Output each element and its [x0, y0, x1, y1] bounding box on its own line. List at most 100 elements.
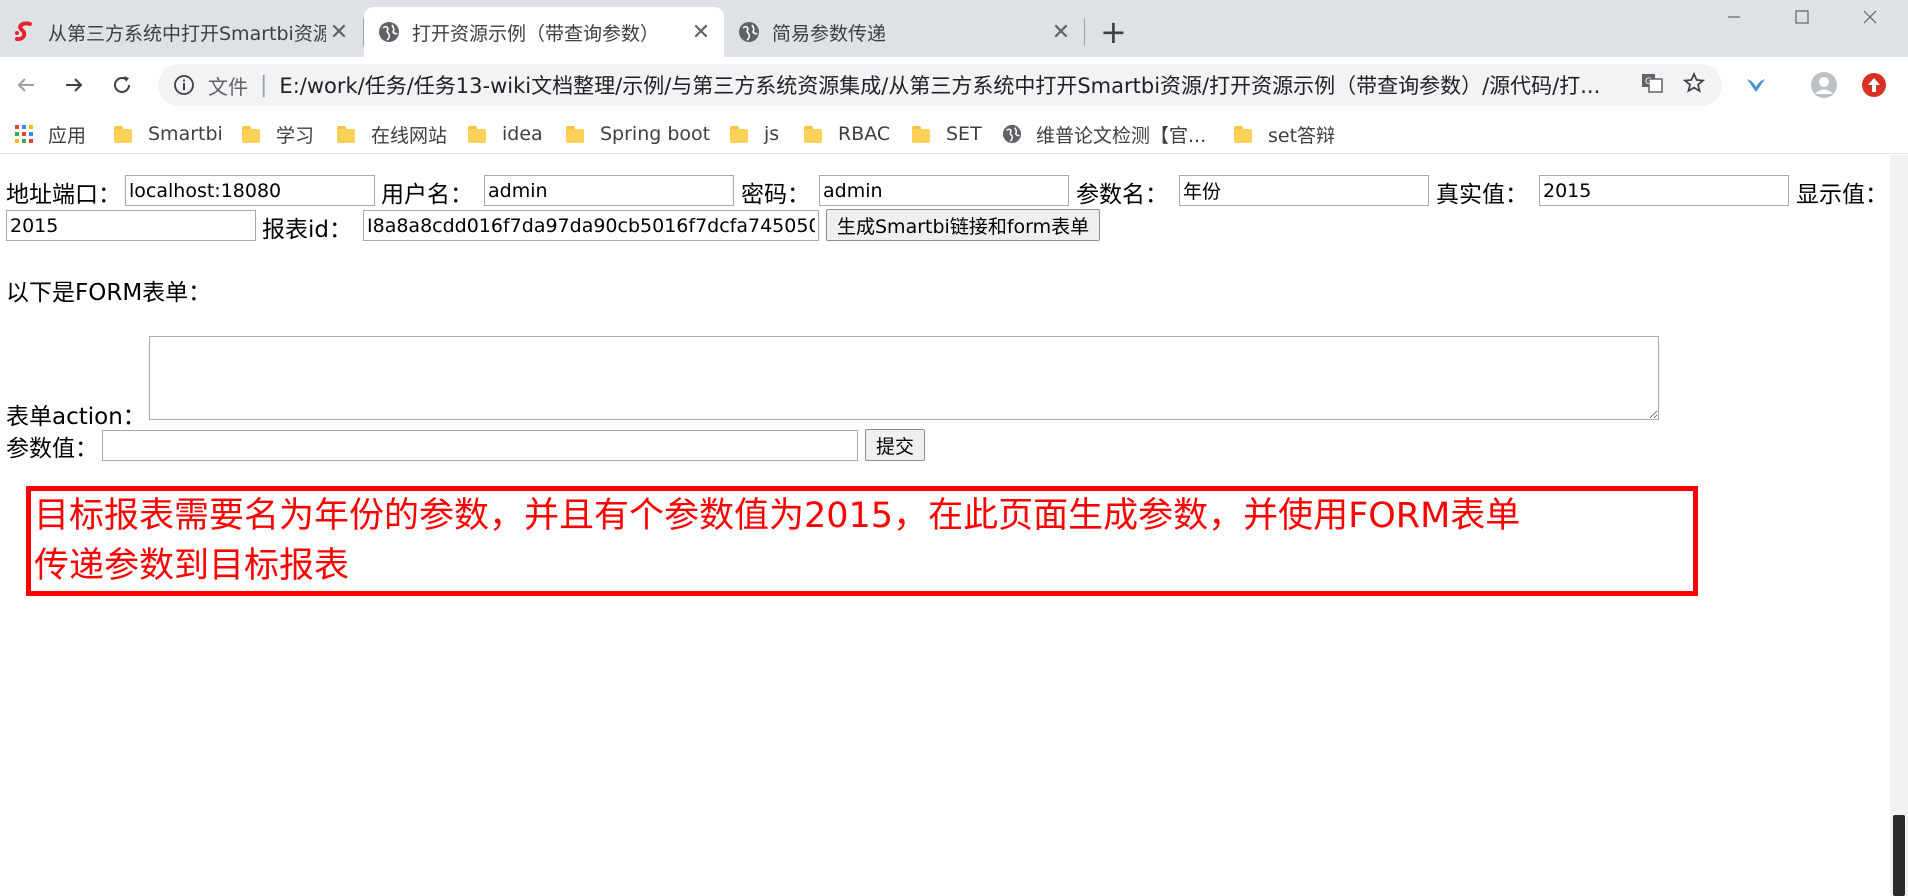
globe-icon [738, 21, 760, 43]
profile-button[interactable] [1806, 67, 1842, 103]
folder-icon [566, 124, 586, 144]
bookmark-label: 学习 [276, 124, 315, 147]
url-text[interactable]: E:/work/任务/任务13-wiki文档整理/示例/与第三方系统资源集成/从… [279, 70, 1628, 100]
browser-toolbar: 文件 | E:/work/任务/任务13-wiki文档整理/示例/与第三方系统资… [0, 57, 1908, 113]
bookmark-label: js [764, 123, 780, 145]
bird-extension-icon [1747, 79, 1765, 92]
bookmark-star-icon[interactable] [1682, 71, 1706, 99]
bookmark-label: 应用 [48, 124, 87, 147]
bookmark-set[interactable]: SET [912, 121, 982, 147]
bookmarks-bar: 应用 Smartbi 学习 在线网站 idea Spring boot js R… [0, 113, 1908, 154]
param-value-input[interactable] [102, 430, 858, 461]
avatar-icon [1811, 72, 1837, 98]
back-button[interactable] [8, 67, 44, 103]
close-window-button[interactable] [1840, 0, 1900, 34]
password-input[interactable] [819, 175, 1069, 206]
reload-button[interactable] [104, 67, 140, 103]
folder-icon [912, 124, 932, 144]
bookmark-label: 在线网站 [371, 124, 448, 147]
smartbi-logo-icon [14, 21, 36, 43]
username-label: 用户名： [381, 182, 473, 208]
arrow-right-icon [66, 78, 83, 92]
report-id-label: 报表id： [262, 217, 352, 243]
globe-icon [1002, 124, 1022, 144]
address-bar[interactable]: 文件 | E:/work/任务/任务13-wiki文档整理/示例/与第三方系统资… [158, 64, 1722, 106]
apps-grid-icon [14, 124, 34, 144]
folder-icon [337, 124, 357, 144]
minimize-button[interactable] [1704, 0, 1764, 34]
address-port-label: 地址端口： [6, 182, 121, 208]
folder-icon [730, 124, 750, 144]
bookmark-label: Smartbi [148, 123, 223, 145]
annotation-line-2: 传递参数到目标报表 [34, 546, 350, 586]
annotation-box: 目标报表需要名为年份的参数，并且有个参数值为2015，在此页面生成参数，并使用F… [26, 486, 1698, 596]
tab-smartbi[interactable]: 从第三方系统中打开Smartbi资源 ✕ [0, 7, 362, 57]
report-id-input[interactable] [363, 210, 819, 241]
param-name-label: 参数名： [1076, 182, 1168, 208]
reload-icon [114, 76, 130, 93]
folder-icon [468, 124, 488, 144]
annotation-line-1: 目标报表需要名为年份的参数，并且有个参数值为2015，在此页面生成参数，并使用F… [34, 496, 1521, 536]
bookmark-label: Spring boot [600, 123, 711, 145]
bookmark-online-sites[interactable]: 在线网站 [337, 121, 447, 147]
bookmark-rbac[interactable]: RBAC [804, 121, 890, 147]
info-icon[interactable] [172, 73, 196, 97]
tab-title: 从第三方系统中打开Smartbi资源 [48, 22, 326, 45]
update-button[interactable] [1856, 67, 1892, 103]
maximize-button[interactable] [1772, 0, 1832, 34]
bookmark-js[interactable]: js [730, 121, 779, 147]
new-tab-button[interactable]: + [1100, 12, 1127, 52]
password-label: 密码： [741, 182, 810, 208]
bookmark-apps[interactable]: 应用 [14, 121, 86, 147]
bookmark-label: idea [502, 123, 543, 145]
bookmark-label: RBAC [838, 123, 891, 145]
scrollbar-thumb[interactable] [1893, 815, 1905, 896]
bookmark-set-defense[interactable]: set答辩 [1234, 121, 1335, 147]
bookmark-label: 维普论文检测【官... [1036, 124, 1207, 147]
folder-icon [804, 124, 824, 144]
bookmark-vip-paper-check[interactable]: 维普论文检测【官... [1002, 121, 1206, 147]
form-action-label: 表单action： [6, 404, 146, 430]
translate-icon[interactable]: G [1640, 71, 1664, 99]
bookmark-spring-boot[interactable]: Spring boot [566, 121, 710, 147]
display-value-label: 显示值： [1796, 182, 1888, 208]
folder-icon [114, 124, 134, 144]
update-arrow-icon [1862, 73, 1886, 97]
generate-link-button[interactable]: 生成Smartbi链接和form表单 [826, 209, 1101, 241]
close-icon[interactable]: ✕ [326, 20, 352, 45]
close-icon[interactable]: ✕ [1048, 20, 1074, 45]
address-port-input[interactable] [125, 175, 375, 206]
bookmark-idea[interactable]: idea [468, 121, 543, 147]
file-scheme-label: 文件 [208, 74, 248, 99]
folder-icon [1234, 124, 1254, 144]
tab-title: 打开资源示例（带查询参数） [412, 22, 660, 45]
real-value-input[interactable] [1539, 175, 1789, 206]
submit-button[interactable]: 提交 [865, 429, 926, 461]
omnibox-actions: G [1640, 71, 1706, 99]
bookmark-label: SET [946, 123, 982, 145]
tab-open-resource-example[interactable]: 打开资源示例（带查询参数） ✕ [364, 7, 724, 57]
tab-simple-param-pass[interactable]: 简易参数传递 ✕ [724, 7, 1084, 57]
form-heading: 以下是FORM表单： [6, 280, 212, 306]
username-input[interactable] [484, 175, 734, 206]
folder-icon [242, 124, 262, 144]
tab-divider [1084, 18, 1085, 46]
param-name-input[interactable] [1179, 175, 1429, 206]
param-value-label: 参数值： [6, 436, 98, 462]
bookmark-label: set答辩 [1268, 124, 1336, 147]
svg-text:G: G [1645, 77, 1652, 87]
tab-title: 简易参数传递 [772, 22, 887, 45]
bookmark-smartbi[interactable]: Smartbi [114, 121, 223, 147]
page-scrollbar[interactable] [1890, 155, 1908, 896]
page-content: 地址端口： 用户名： 密码： 参数名： 真实值： 显示值： 报表id： 生成Sm… [0, 155, 1890, 896]
forward-button[interactable] [56, 67, 92, 103]
url-separator: | [260, 72, 268, 98]
tab-strip: 从第三方系统中打开Smartbi资源 ✕ 打开资源示例（带查询参数） ✕ 简易参… [0, 0, 1908, 57]
form-action-textarea[interactable] [149, 336, 1659, 420]
display-value-input[interactable] [6, 210, 256, 241]
close-icon[interactable]: ✕ [688, 20, 714, 45]
arrow-left-icon [17, 78, 34, 92]
globe-icon [378, 21, 400, 43]
extension-bird-button[interactable] [1738, 67, 1774, 103]
bookmark-study[interactable]: 学习 [242, 121, 314, 147]
